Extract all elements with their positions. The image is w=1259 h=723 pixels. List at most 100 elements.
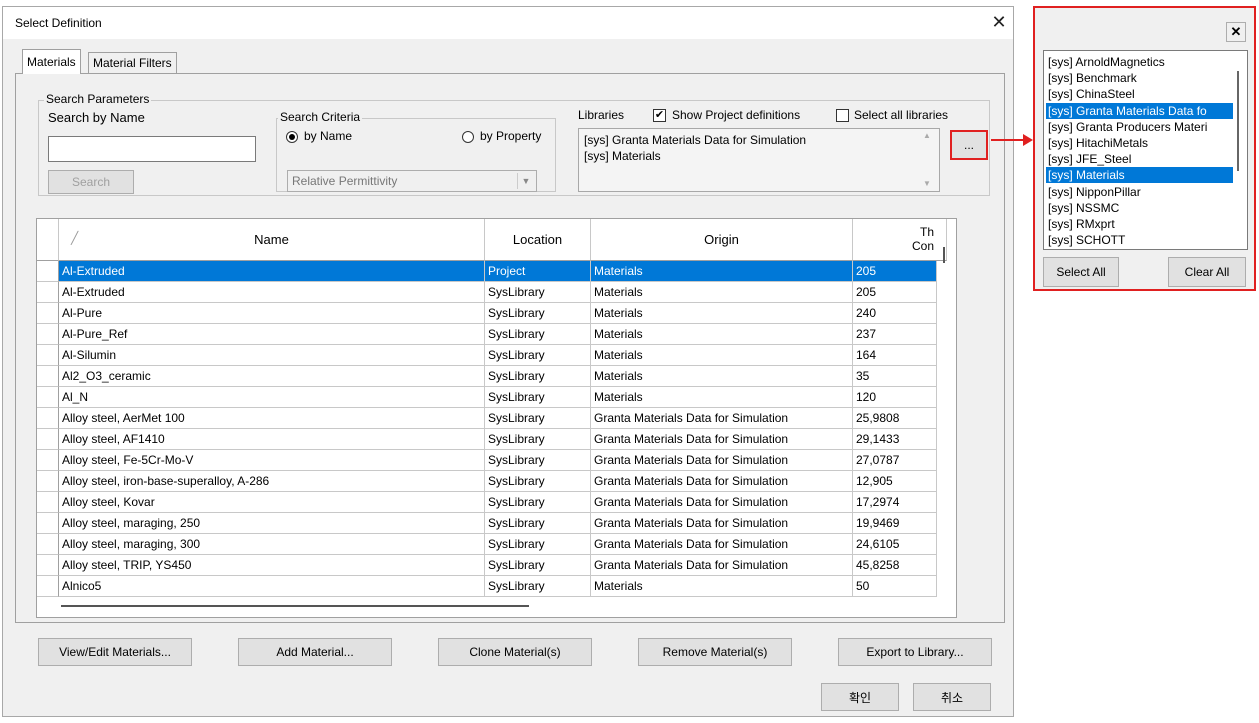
cell-value[interactable]: 24,6105 [853, 534, 937, 555]
cell-value[interactable]: 120 [853, 387, 937, 408]
ok-button[interactable]: 확인 [821, 683, 899, 711]
cell-location[interactable]: SysLibrary [485, 576, 591, 597]
library-list-item[interactable]: [sys] NipponPillar [1046, 184, 1233, 200]
row-header[interactable] [37, 387, 59, 408]
column-header-origin[interactable]: Origin [591, 219, 853, 261]
cell-value[interactable]: 45,8258 [853, 555, 937, 576]
view-edit-materials-button[interactable]: View/Edit Materials... [38, 638, 192, 666]
table-row[interactable]: Al-Silumin SysLibrary Materials 164 [37, 345, 937, 366]
close-icon[interactable]: ✕ [1226, 22, 1246, 42]
table-row[interactable]: Alloy steel, Fe-5Cr-Mo-V SysLibrary Granta… [37, 450, 937, 471]
library-list-item[interactable]: [sys] Benchmark [1046, 70, 1233, 86]
row-header[interactable] [37, 303, 59, 324]
library-list-item[interactable]: [sys] SCHOTT [1046, 232, 1233, 248]
cell-location[interactable]: SysLibrary [485, 366, 591, 387]
table-row[interactable]: Al-Pure SysLibrary Materials 240 [37, 303, 937, 324]
select-all-button[interactable]: Select All [1043, 257, 1119, 287]
table-row[interactable]: Alloy steel, maraging, 300 SysLibrary Gran… [37, 534, 937, 555]
cell-location[interactable]: SysLibrary [485, 555, 591, 576]
close-icon[interactable]: ✕ [989, 11, 1009, 33]
remove-material-button[interactable]: Remove Material(s) [638, 638, 792, 666]
clone-material-button[interactable]: Clone Material(s) [438, 638, 592, 666]
browse-libraries-button[interactable]: ... [950, 130, 988, 160]
cancel-button[interactable]: 취소 [913, 683, 991, 711]
cell-name[interactable]: Al2_O3_ceramic [59, 366, 485, 387]
table-row[interactable]: Al-Pure_Ref SysLibrary Materials 237 [37, 324, 937, 345]
cell-origin[interactable]: Materials [591, 387, 853, 408]
add-material-button[interactable]: Add Material... [238, 638, 392, 666]
cell-origin[interactable]: Granta Materials Data for Simulation [591, 429, 853, 450]
cell-value[interactable]: 25,9808 [853, 408, 937, 429]
row-header[interactable] [37, 555, 59, 576]
cell-location[interactable]: SysLibrary [485, 303, 591, 324]
libraries-list[interactable]: [sys] Granta Materials Data for Simulati… [578, 128, 940, 192]
cell-location[interactable]: SysLibrary [485, 450, 591, 471]
by-name-radio[interactable] [286, 131, 298, 143]
tab-materials[interactable]: Materials [22, 49, 81, 74]
cell-value[interactable]: 164 [853, 345, 937, 366]
cell-origin[interactable]: Materials [591, 576, 853, 597]
cell-origin[interactable]: Granta Materials Data for Simulation [591, 555, 853, 576]
cell-name[interactable]: Alloy steel, maraging, 250 [59, 513, 485, 534]
library-item[interactable]: [sys] Materials [584, 149, 661, 163]
cell-name[interactable]: Al-Extruded [59, 261, 485, 282]
row-header[interactable] [37, 261, 59, 282]
cell-name[interactable]: Alloy steel, Fe-5Cr-Mo-V [59, 450, 485, 471]
cell-name[interactable]: Alnico5 [59, 576, 485, 597]
clear-all-button[interactable]: Clear All [1168, 257, 1246, 287]
cell-origin[interactable]: Granta Materials Data for Simulation [591, 450, 853, 471]
table-row[interactable]: Alloy steel, Kovar SysLibrary Granta Mater… [37, 492, 937, 513]
cell-value[interactable]: 240 [853, 303, 937, 324]
column-header-location[interactable]: Location [485, 219, 591, 261]
cell-location[interactable]: SysLibrary [485, 282, 591, 303]
cell-location[interactable]: SysLibrary [485, 534, 591, 555]
cell-value[interactable]: 27,0787 [853, 450, 937, 471]
library-list-item[interactable]: [sys] NSSMC [1046, 200, 1233, 216]
row-header[interactable] [37, 429, 59, 450]
row-header[interactable] [37, 408, 59, 429]
row-header[interactable] [37, 324, 59, 345]
cell-origin[interactable]: Granta Materials Data for Simulation [591, 513, 853, 534]
library-list-item[interactable]: [sys] ChinaSteel [1046, 86, 1233, 102]
by-property-radio[interactable] [462, 131, 474, 143]
cell-name[interactable]: Al-Silumin [59, 345, 485, 366]
row-header[interactable] [37, 492, 59, 513]
column-header-name[interactable]: ╱ Name [59, 219, 485, 261]
cell-value[interactable]: 50 [853, 576, 937, 597]
cell-value[interactable]: 205 [853, 282, 937, 303]
table-row[interactable]: Al-Extruded Project Materials 205 [37, 261, 937, 282]
cell-origin[interactable]: Materials [591, 366, 853, 387]
scroll-down-icon[interactable]: ▼ [923, 179, 931, 188]
cell-value[interactable]: 19,9469 [853, 513, 937, 534]
cell-name[interactable]: Al-Pure [59, 303, 485, 324]
column-header-thermal-conductivity[interactable]: Th Con [853, 219, 947, 261]
cell-origin[interactable]: Granta Materials Data for Simulation [591, 492, 853, 513]
library-list-item[interactable]: [sys] Granta Materials Data fo [1046, 102, 1233, 119]
row-header[interactable] [37, 576, 59, 597]
cell-origin[interactable]: Materials [591, 282, 853, 303]
property-dropdown[interactable]: Relative Permittivity ▼ [287, 170, 537, 192]
cell-location[interactable]: Project [485, 261, 591, 282]
materials-table[interactable]: ╱ Name Location Origin Th Con Al-Extrude… [36, 218, 957, 618]
cell-location[interactable]: SysLibrary [485, 429, 591, 450]
cell-value[interactable]: 29,1433 [853, 429, 937, 450]
export-to-library-button[interactable]: Export to Library... [838, 638, 992, 666]
show-project-checkbox[interactable]: ✔ [653, 109, 666, 122]
cell-name[interactable]: Alloy steel, maraging, 300 [59, 534, 485, 555]
cell-name[interactable]: Alloy steel, Kovar [59, 492, 485, 513]
row-header[interactable] [37, 471, 59, 492]
library-list-item[interactable]: [sys] Materials [1046, 167, 1233, 184]
cell-location[interactable]: SysLibrary [485, 324, 591, 345]
cell-location[interactable]: SysLibrary [485, 387, 591, 408]
library-listbox[interactable]: [sys] ArnoldMagnetics [sys] Benchmark [sys… [1043, 50, 1248, 250]
tab-material-filters[interactable]: Material Filters [88, 52, 177, 73]
cell-name[interactable]: Alloy steel, iron-base-superalloy, A-286 [59, 471, 485, 492]
cell-origin[interactable]: Granta Materials Data for Simulation [591, 534, 853, 555]
table-row[interactable]: Alloy steel, TRIP, YS450 SysLibrary Granta… [37, 555, 937, 576]
table-row[interactable]: Alloy steel, maraging, 250 SysLibrary Gran… [37, 513, 937, 534]
library-list-item[interactable]: [sys] JFE_Steel [1046, 151, 1233, 167]
cell-location[interactable]: SysLibrary [485, 471, 591, 492]
cell-location[interactable]: SysLibrary [485, 345, 591, 366]
cell-origin[interactable]: Granta Materials Data for Simulation [591, 408, 853, 429]
table-row[interactable]: Alloy steel, iron-base-superalloy, A-286… [37, 471, 937, 492]
